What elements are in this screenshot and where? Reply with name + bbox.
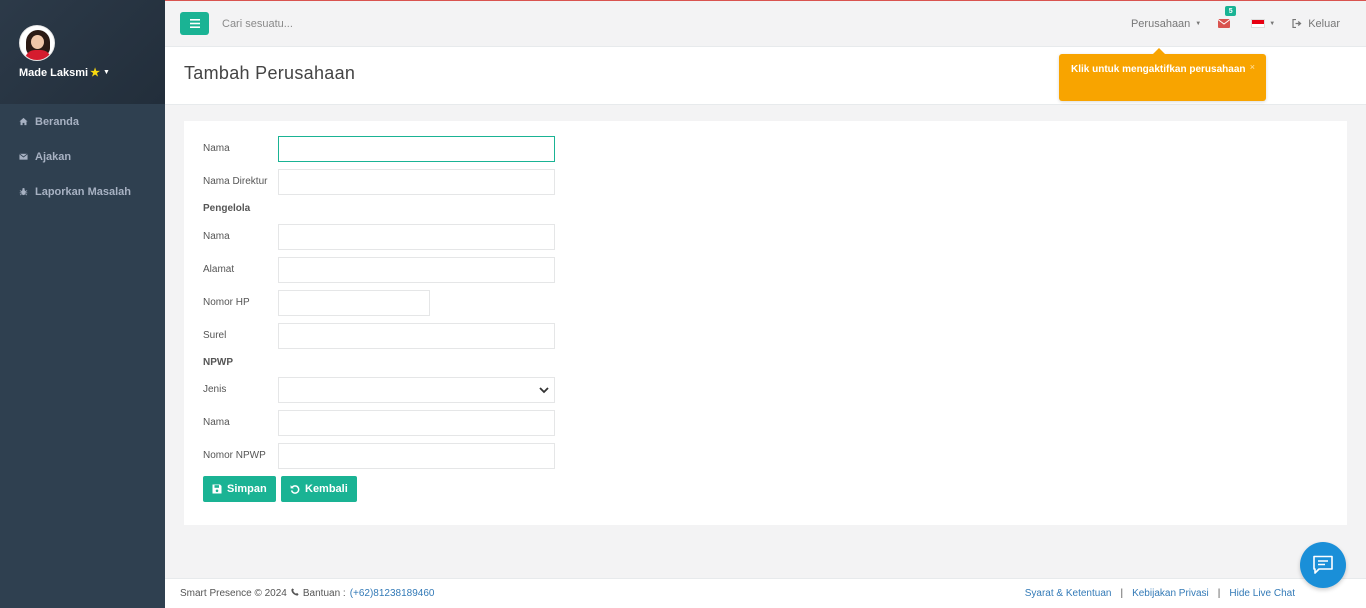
tooltip-text: Klik untuk mengaktifkan perusahaan — [1071, 64, 1246, 75]
floppy-disk-icon — [212, 484, 222, 494]
sidebar: Made Laksmi ★ ▼ Beranda Ajakan Laporkan … — [0, 0, 165, 608]
caret-down-icon: ▼ — [102, 69, 110, 76]
sidebar-item-label: Ajakan — [35, 150, 72, 163]
page-title: Tambah Perusahaan — [184, 63, 356, 83]
terms-link[interactable]: Syarat & Ketentuan — [1025, 588, 1112, 599]
star-icon: ★ — [90, 67, 100, 79]
nama-input[interactable] — [278, 136, 555, 162]
pengelola-nama-input[interactable] — [278, 224, 555, 250]
hamburger-icon — [189, 19, 200, 28]
nama-direktur-input[interactable] — [278, 169, 555, 195]
pengelola-nomor-hp-input[interactable] — [278, 290, 430, 316]
sidebar-item-label: Beranda — [35, 115, 80, 128]
pengelola-surel-input[interactable] — [278, 323, 555, 349]
help-phone-link[interactable]: (+62)81238189460 — [350, 588, 435, 599]
messages-button[interactable]: 5 — [1218, 6, 1237, 28]
pengelola-nama-label: Nama — [203, 231, 230, 242]
npwp-jenis-label: Jenis — [203, 384, 227, 395]
nama-label: Nama — [203, 143, 230, 154]
nama-direktur-label: Nama Direktur — [203, 176, 268, 187]
footer-separator: | — [1120, 588, 1124, 599]
user-name: Made Laksmi — [19, 66, 89, 79]
close-icon[interactable]: × — [1250, 60, 1255, 74]
search-input[interactable] — [215, 12, 515, 35]
activation-tooltip[interactable]: Klik untuk mengaktifkan perusahaan × — [1059, 48, 1266, 101]
footer-links: Syarat & Ketentuan | Kebijakan Privasi |… — [1025, 588, 1295, 599]
back-button-label: Kembali — [305, 483, 348, 495]
logout-button[interactable]: Keluar — [1292, 18, 1340, 30]
npwp-section-title: NPWP — [203, 357, 233, 368]
sidebar-toggle-button[interactable] — [180, 12, 209, 35]
pengelola-surel-label: Surel — [203, 330, 227, 341]
sidebar-item-ajakan[interactable]: Ajakan — [0, 139, 165, 174]
sign-out-icon — [1292, 19, 1302, 28]
pengelola-section-title: Pengelola — [203, 203, 251, 214]
footer-separator: | — [1217, 588, 1221, 599]
home-icon — [19, 117, 28, 126]
npwp-nomor-label: Nomor NPWP — [203, 450, 266, 461]
envelope-icon — [19, 152, 28, 161]
npwp-nomor-input[interactable] — [278, 443, 555, 469]
logout-label: Keluar — [1308, 17, 1340, 30]
hide-live-chat-link[interactable]: Hide Live Chat — [1229, 588, 1295, 599]
npwp-jenis-select[interactable] — [278, 377, 555, 403]
copyright-text: Smart Presence © 2024 — [180, 588, 287, 599]
chevron-down-icon — [539, 387, 549, 394]
footer-left: Smart Presence © 2024 Bantuan : (+62)812… — [180, 588, 435, 599]
help-label: Bantuan : — [302, 588, 346, 599]
sidebar-nav: Beranda Ajakan Laporkan Masalah — [0, 104, 165, 209]
company-form: Nama Nama Direktur Pengelola Nama Alamat… — [184, 121, 1347, 525]
pengelola-alamat-input[interactable] — [278, 257, 555, 283]
sidebar-item-laporkan-masalah[interactable]: Laporkan Masalah — [0, 174, 165, 209]
avatar[interactable] — [19, 25, 55, 61]
message-count-badge: 5 — [1225, 6, 1237, 16]
pengelola-nomor-hp-label: Nomor HP — [203, 297, 250, 308]
save-button-label: Simpan — [227, 483, 267, 495]
pengelola-alamat-label: Alamat — [203, 264, 235, 275]
language-menu[interactable]: ▼ — [1251, 19, 1275, 28]
bug-icon — [19, 187, 28, 196]
sidebar-item-label: Laporkan Masalah — [35, 185, 131, 198]
indonesia-flag-icon — [1251, 19, 1266, 28]
undo-icon — [290, 485, 300, 494]
sidebar-item-beranda[interactable]: Beranda — [0, 104, 165, 139]
phone-icon — [291, 588, 299, 599]
npwp-nama-label: Nama — [203, 417, 230, 428]
top-navbar: Perusahaan ▼ 5 ▼ Keluar — [165, 0, 1366, 47]
chat-icon — [1313, 555, 1333, 574]
save-button[interactable]: Simpan — [203, 476, 276, 502]
footer: Smart Presence © 2024 Bantuan : (+62)812… — [165, 578, 1366, 608]
back-button[interactable]: Kembali — [281, 476, 357, 502]
company-menu-label: Perusahaan — [1130, 17, 1191, 30]
user-menu[interactable]: Made Laksmi ★ ▼ — [19, 66, 165, 80]
sidebar-profile: Made Laksmi ★ ▼ — [0, 0, 165, 104]
live-chat-button[interactable] — [1300, 542, 1346, 588]
navbar-right: Perusahaan ▼ 5 ▼ Keluar — [1131, 1, 1340, 46]
envelope-icon — [1218, 19, 1231, 28]
caret-down-icon: ▼ — [1269, 20, 1276, 27]
npwp-nama-input[interactable] — [278, 410, 555, 436]
caret-down-icon: ▼ — [1195, 20, 1202, 27]
privacy-link[interactable]: Kebijakan Privasi — [1132, 588, 1209, 599]
company-menu[interactable]: Perusahaan ▼ — [1131, 18, 1201, 30]
